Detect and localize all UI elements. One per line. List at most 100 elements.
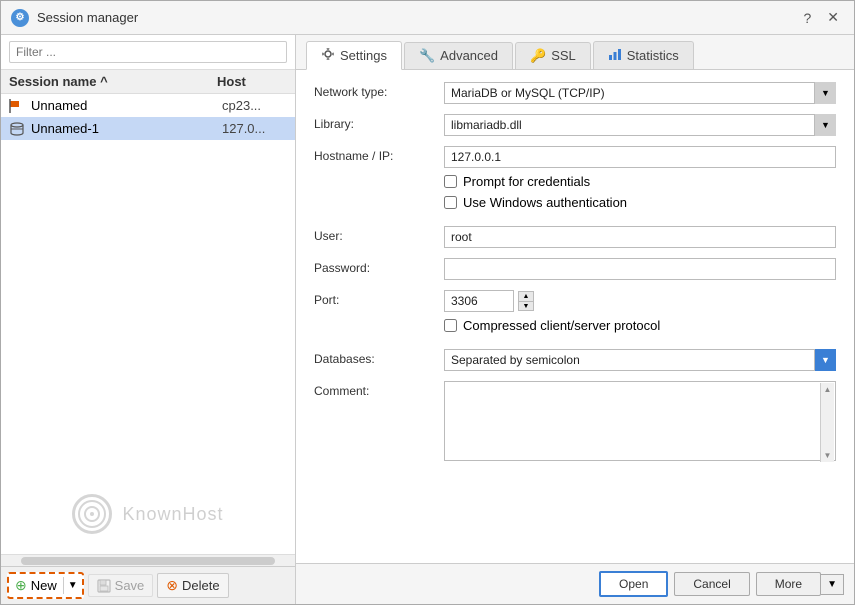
more-button[interactable]: More (756, 572, 821, 596)
more-dropdown-arrow[interactable]: ▼ (821, 574, 844, 595)
port-increment[interactable]: ▲ (518, 291, 534, 301)
save-label: Save (115, 578, 145, 593)
session-item[interactable]: Unnamed-1 127.0... (1, 117, 295, 140)
prompt-credentials-row: Prompt for credentials (444, 174, 836, 189)
filter-input[interactable] (9, 41, 287, 63)
hostname-label: Hostname / IP: (314, 146, 444, 163)
bottom-bar: Open Cancel More ▼ (296, 563, 854, 604)
session-manager-dialog: ⚙ Session manager ? ✕ Session name ^ Hos… (0, 0, 855, 605)
title-bar-left: ⚙ Session manager (11, 9, 138, 27)
tab-ssl[interactable]: 🔑 SSL (515, 42, 591, 69)
session-name: Unnamed (31, 98, 216, 113)
scrollbar-thumb (21, 557, 275, 565)
save-button[interactable]: Save (88, 574, 154, 597)
advanced-icon: 🔧 (419, 48, 435, 64)
dialog-title: Session manager (37, 10, 138, 25)
branding: KnownHost (1, 474, 295, 554)
network-type-control: MariaDB or MySQL (TCP/IP) ▼ (444, 82, 836, 104)
port-decrement[interactable]: ▼ (518, 301, 534, 311)
new-button[interactable]: ⊕ New (9, 574, 63, 597)
form-area: Network type: MariaDB or MySQL (TCP/IP) … (296, 70, 854, 563)
password-row: Password: (314, 258, 836, 280)
user-label: User: (314, 226, 444, 243)
brand-icon (72, 494, 112, 534)
windows-auth-label: Use Windows authentication (463, 195, 627, 210)
comment-row: Comment: ▲ ▼ (314, 381, 836, 464)
windows-auth-row: Use Windows authentication (444, 195, 836, 210)
cancel-button[interactable]: Cancel (674, 572, 749, 596)
new-dropdown-arrow[interactable]: ▼ (63, 577, 82, 594)
library-row: Library: libmariadb.dll ▼ (314, 114, 836, 136)
comment-textarea[interactable] (444, 381, 836, 461)
brand-name: KnownHost (122, 504, 223, 525)
close-button[interactable]: ✕ (822, 7, 844, 28)
user-row: User: (314, 226, 836, 248)
port-label: Port: (314, 290, 444, 307)
databases-select[interactable]: Separated by semicolon (444, 349, 836, 371)
tab-settings-label: Settings (340, 48, 387, 63)
hostname-row: Hostname / IP: Prompt for credentials Us… (314, 146, 836, 216)
session-host: cp23... (222, 98, 287, 113)
new-label: New (31, 578, 57, 593)
prompt-credentials-checkbox[interactable] (444, 175, 457, 188)
save-icon (97, 579, 111, 593)
session-db-icon (9, 122, 25, 136)
delete-button[interactable]: ⊗ Delete (157, 573, 228, 598)
password-input[interactable] (444, 258, 836, 280)
user-input[interactable] (444, 226, 836, 248)
left-panel: Session name ^ Host Unnamed cp23... (1, 35, 296, 604)
new-button-group: ⊕ New ▼ (7, 572, 84, 599)
plus-icon: ⊕ (15, 577, 27, 594)
main-content: Session name ^ Host Unnamed cp23... (1, 35, 854, 604)
databases-row: Databases: Separated by semicolon ▼ (314, 349, 836, 371)
title-bar-controls: ? ✕ (798, 7, 844, 28)
network-type-row: Network type: MariaDB or MySQL (TCP/IP) … (314, 82, 836, 104)
statistics-icon (608, 47, 622, 64)
session-list-body: Unnamed cp23... Unnamed-1 127.0... (1, 94, 295, 474)
open-button[interactable]: Open (599, 571, 668, 597)
session-list-header: Session name ^ Host (1, 70, 295, 94)
filter-bar (1, 35, 295, 70)
compressed-label: Compressed client/server protocol (463, 318, 660, 333)
textarea-scrollbar: ▲ ▼ (820, 383, 834, 462)
network-type-select[interactable]: MariaDB or MySQL (TCP/IP) (444, 82, 836, 104)
compressed-checkbox[interactable] (444, 319, 457, 332)
column-host: Host (217, 74, 287, 89)
right-panel: Settings 🔧 Advanced 🔑 SSL Statistics (296, 35, 854, 604)
scroll-up-icon: ▲ (824, 385, 832, 394)
port-input[interactable] (444, 290, 514, 312)
delete-label: Delete (182, 578, 220, 593)
port-row: Port: ▲ ▼ Compressed client/server proto… (314, 290, 836, 339)
tab-settings[interactable]: Settings (306, 41, 402, 70)
tab-advanced[interactable]: 🔧 Advanced (404, 42, 513, 69)
user-control (444, 226, 836, 248)
library-label: Library: (314, 114, 444, 131)
title-bar: ⚙ Session manager ? ✕ (1, 1, 854, 35)
more-button-group: More ▼ (756, 572, 844, 596)
prompt-credentials-label: Prompt for credentials (463, 174, 590, 189)
column-name[interactable]: Session name ^ (9, 74, 217, 89)
session-host: 127.0... (222, 121, 287, 136)
library-select[interactable]: libmariadb.dll (444, 114, 836, 136)
comment-control: ▲ ▼ (444, 381, 836, 464)
port-control: ▲ ▼ Compressed client/server protocol (444, 290, 836, 339)
comment-label: Comment: (314, 381, 444, 398)
tab-bar: Settings 🔧 Advanced 🔑 SSL Statistics (296, 35, 854, 70)
tab-statistics-label: Statistics (627, 48, 679, 63)
dialog-icon: ⚙ (11, 9, 29, 27)
session-item[interactable]: Unnamed cp23... (1, 94, 295, 117)
tab-statistics[interactable]: Statistics (593, 41, 694, 69)
tab-advanced-label: Advanced (440, 48, 498, 63)
password-label: Password: (314, 258, 444, 275)
help-button[interactable]: ? (798, 7, 816, 28)
network-type-label: Network type: (314, 82, 444, 99)
compressed-row: Compressed client/server protocol (444, 318, 836, 333)
ssl-icon: 🔑 (530, 48, 546, 64)
scrollbar[interactable] (1, 554, 295, 566)
settings-icon (321, 47, 335, 64)
port-input-row: ▲ ▼ (444, 290, 836, 312)
windows-auth-checkbox[interactable] (444, 196, 457, 209)
hostname-input[interactable] (444, 146, 836, 168)
databases-control: Separated by semicolon ▼ (444, 349, 836, 371)
hostname-control: Prompt for credentials Use Windows authe… (444, 146, 836, 216)
